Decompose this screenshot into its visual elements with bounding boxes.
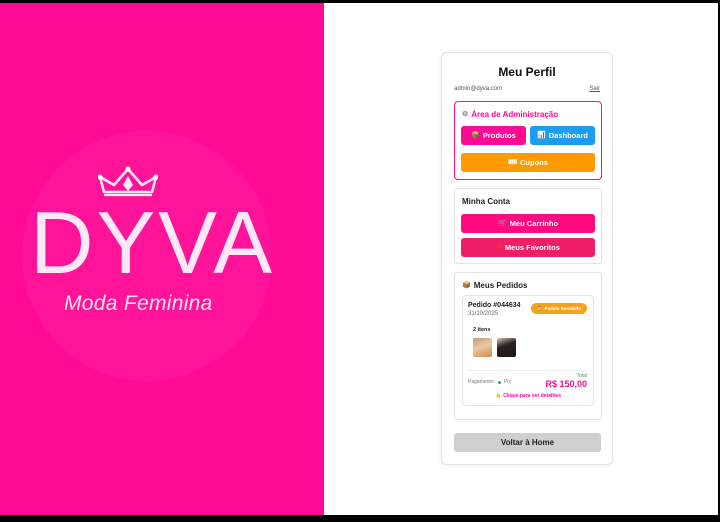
- coupons-label: Cupons: [519, 158, 548, 167]
- cart-icon: 🛒: [497, 220, 507, 227]
- chart-icon: 📊: [537, 132, 546, 139]
- order-number: Pedido #044634: [468, 302, 521, 309]
- product-thumbnail: [473, 338, 492, 357]
- brand-panel: DYVA Moda Feminina: [0, 3, 324, 515]
- dashboard-button[interactable]: 📊 Dashboard: [530, 126, 595, 145]
- order-details-link[interactable]: 👆 Clique para ver detalhes: [463, 393, 593, 399]
- account-section-title: Minha Conta: [462, 197, 510, 206]
- profile-area: Meu Perfil admin@dyva.com Sair ⚙ Área de…: [324, 3, 718, 515]
- admin-title-label: Área de Administração: [471, 110, 559, 119]
- order-card[interactable]: Pedido #044634 31/10/2025 ⏳ Pedido Receb…: [462, 295, 594, 406]
- payment-label: Pagamento:: [468, 379, 495, 385]
- gear-icon: ⚙: [462, 111, 469, 118]
- status-icon: ⏳: [536, 305, 543, 311]
- orders-section: 📦 Meus Pedidos Pedido #044634 31/10/2025…: [454, 272, 602, 420]
- dashboard-label: Dashboard: [548, 131, 588, 140]
- pointer-icon: 👆: [494, 393, 502, 399]
- heart-icon: ❤: [496, 244, 502, 251]
- page-title: Meu Perfil: [498, 65, 556, 79]
- favorites-label: Meus Favoritos: [504, 243, 560, 252]
- ticket-icon: 🎟: [508, 159, 517, 166]
- product-thumbnail: [497, 338, 516, 357]
- order-date: 31/10/2025: [468, 311, 499, 317]
- order-divider: [468, 370, 588, 371]
- status-badge: ⏳ Pedido Recebido: [530, 303, 587, 314]
- package-icon: 📦: [471, 132, 480, 139]
- admin-section: ⚙ Área de Administração 📦 Produtos 📊 Das…: [454, 101, 602, 180]
- orders-title-label: Meus Pedidos: [473, 281, 528, 290]
- app-frame: DYVA Moda Feminina Meu Perfil admin@dyva…: [0, 3, 718, 515]
- products-button[interactable]: 📦 Produtos: [461, 126, 526, 145]
- payment-method: Pix: [503, 379, 511, 385]
- brand-tagline: Moda Feminina: [64, 292, 213, 315]
- products-label: Produtos: [482, 131, 516, 140]
- pix-icon: [497, 380, 501, 384]
- profile-card: Meu Perfil admin@dyva.com Sair ⚙ Área de…: [441, 52, 613, 465]
- details-label: Clique para ver detalhes: [503, 393, 562, 399]
- user-email: admin@dyva.com: [454, 86, 503, 92]
- back-home-button[interactable]: Voltar à Home: [454, 433, 601, 452]
- cart-button[interactable]: 🛒 Meu Carrinho: [461, 214, 595, 233]
- logout-link[interactable]: Sair: [589, 86, 600, 92]
- favorites-button[interactable]: ❤ Meus Favoritos: [461, 238, 595, 257]
- brand-logo: DYVA: [30, 193, 276, 292]
- payment-info: Pagamento: Pix: [468, 379, 511, 385]
- status-label: Pedido Recebido: [544, 306, 581, 311]
- order-total: R$ 150,00: [545, 379, 587, 389]
- box-icon: 📦: [462, 282, 471, 289]
- coupons-button[interactable]: 🎟 Cupons: [461, 153, 595, 172]
- order-item-count: 2 itens: [473, 327, 491, 333]
- account-section: Minha Conta 🛒 Meu Carrinho ❤ Meus Favori…: [454, 188, 602, 264]
- cart-label: Meu Carrinho: [509, 219, 559, 228]
- admin-section-title: ⚙ Área de Administração: [462, 110, 558, 119]
- orders-section-title: 📦 Meus Pedidos: [462, 281, 528, 290]
